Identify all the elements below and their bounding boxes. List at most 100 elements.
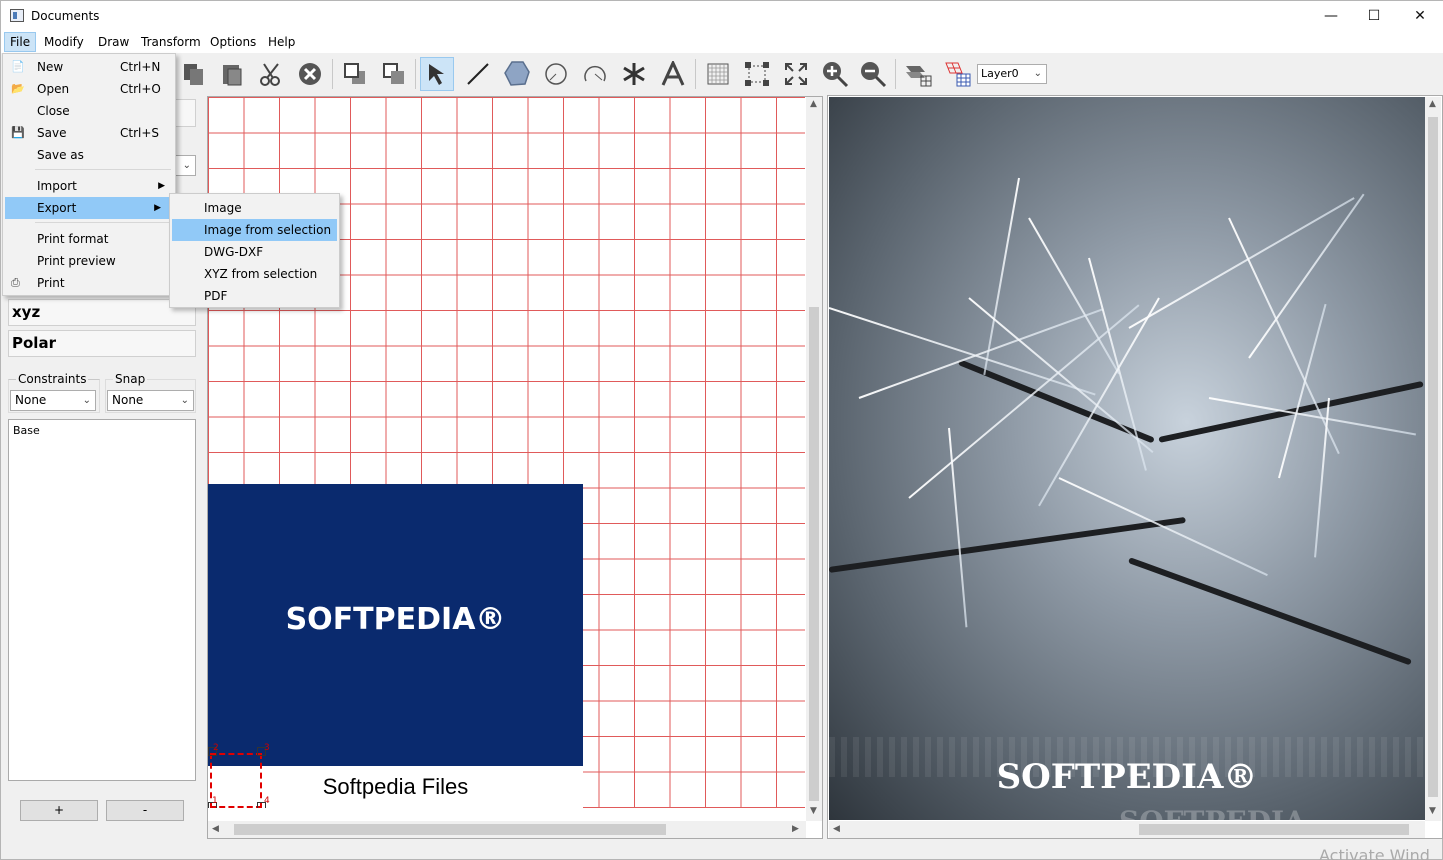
- point-tool-icon[interactable]: [617, 57, 651, 91]
- bring-front-icon[interactable]: [338, 57, 372, 91]
- add-layer-button[interactable]: +: [20, 800, 98, 821]
- list-item[interactable]: Base: [13, 424, 40, 437]
- title-bar: Documents — ☐ ✕: [1, 1, 1443, 31]
- zoom-extents-icon[interactable]: [779, 57, 813, 91]
- menu-modify[interactable]: Modify: [39, 32, 89, 52]
- layers-list[interactable]: Base: [8, 419, 196, 781]
- canvas-vertical-scrollbar[interactable]: ▲ ▼: [806, 97, 822, 821]
- selection-rectangle[interactable]: [210, 753, 262, 808]
- snap-select[interactable]: None ⌄: [107, 390, 194, 411]
- menu-item-export[interactable]: Export ▶: [5, 197, 171, 219]
- menu-item-export-image-from-selection[interactable]: Image from selection: [172, 219, 337, 241]
- menu-item-open[interactable]: 📂 Open Ctrl+O: [5, 78, 175, 100]
- scroll-down-icon[interactable]: ▼: [1429, 806, 1436, 816]
- snap-value: None: [112, 393, 144, 407]
- menu-item-export-pdf[interactable]: PDF: [172, 285, 337, 307]
- menu-item-export-image[interactable]: Image: [172, 197, 337, 219]
- menu-item-save[interactable]: 💾 Save Ctrl+S: [5, 122, 175, 144]
- polygon-tool-icon[interactable]: [500, 57, 534, 91]
- constraints-select[interactable]: None ⌄: [10, 390, 96, 411]
- canvas-horizontal-scrollbar[interactable]: ◀ ▶: [208, 821, 806, 838]
- new-file-icon: 📄: [11, 60, 25, 73]
- menu-bar: File Modify Draw Transform Options Help: [1, 31, 1443, 53]
- chevron-down-icon: ⌄: [182, 160, 191, 171]
- send-back-icon[interactable]: [377, 57, 411, 91]
- image-preview[interactable]: SOFTPEDIA® SOFTPEDIA: [829, 97, 1425, 820]
- app-icon: [10, 9, 24, 22]
- window-title: Documents: [31, 9, 100, 23]
- layer-settings-icon[interactable]: [901, 57, 935, 91]
- menu-item-export-dwg-dxf[interactable]: DWG-DXF: [172, 241, 337, 263]
- handle-label: 3: [264, 743, 270, 753]
- scroll-up-icon[interactable]: ▲: [810, 99, 817, 109]
- line-tool-icon[interactable]: [461, 57, 495, 91]
- menu-item-export-xyz[interactable]: XYZ from selection: [172, 263, 337, 285]
- xyz-button[interactable]: xyz: [8, 299, 196, 326]
- scroll-down-icon[interactable]: ▼: [810, 806, 817, 816]
- menu-draw[interactable]: Draw: [93, 32, 134, 52]
- chevron-down-icon: ⌄: [82, 395, 91, 406]
- menu-help[interactable]: Help: [263, 32, 300, 52]
- arc-tool-icon[interactable]: [578, 57, 612, 91]
- chevron-down-icon: ⌄: [1033, 68, 1042, 79]
- menu-item-import[interactable]: Import ▶: [5, 175, 175, 197]
- toolbar: [1, 53, 1443, 95]
- menu-transform[interactable]: Transform: [136, 32, 206, 52]
- text-tool-icon[interactable]: [656, 57, 690, 91]
- menu-item-print-format[interactable]: Print format: [5, 228, 175, 250]
- menu-item-print[interactable]: ⎙ Print: [5, 272, 175, 294]
- menu-file[interactable]: File: [4, 32, 37, 52]
- scroll-up-icon[interactable]: ▲: [1429, 99, 1436, 109]
- activation-watermark: Activate Wind: [1319, 846, 1430, 860]
- layer-grid-icon[interactable]: [941, 57, 975, 91]
- submenu-arrow-icon: ▶: [154, 203, 161, 213]
- scroll-left-icon[interactable]: ◀: [833, 824, 840, 834]
- maximize-button[interactable]: ☐: [1351, 1, 1397, 31]
- menu-item-new[interactable]: 📄 New Ctrl+N: [5, 56, 175, 78]
- close-button[interactable]: ✕: [1397, 1, 1443, 31]
- image-horizontal-scrollbar[interactable]: ◀: [829, 821, 1425, 838]
- export-submenu: Image Image from selection DWG-DXF XYZ f…: [169, 193, 340, 308]
- menu-item-print-preview[interactable]: Print preview: [5, 250, 175, 272]
- paste-icon[interactable]: [216, 57, 250, 91]
- remove-layer-button[interactable]: -: [106, 800, 184, 821]
- handle-label: 1: [212, 796, 218, 806]
- scroll-right-icon[interactable]: ▶: [792, 824, 799, 834]
- scroll-left-icon[interactable]: ◀: [212, 824, 219, 834]
- menu-separator: [35, 169, 171, 170]
- minimize-button[interactable]: —: [1308, 1, 1354, 31]
- submenu-arrow-icon: ▶: [158, 181, 165, 191]
- folder-icon: 📂: [11, 82, 25, 95]
- layer-dropdown-value: Layer0: [981, 67, 1019, 80]
- delete-icon[interactable]: [293, 57, 327, 91]
- image-logo-reflection: SOFTPEDIA: [1119, 805, 1306, 820]
- menu-item-close[interactable]: Close: [5, 100, 175, 122]
- printer-icon: ⎙: [11, 276, 20, 289]
- scroll-thumb[interactable]: [809, 307, 819, 801]
- handle-label: 4: [264, 796, 270, 806]
- cut-icon[interactable]: [254, 57, 288, 91]
- zoom-in-icon[interactable]: [818, 57, 852, 91]
- select-arrow-icon[interactable]: [420, 57, 454, 91]
- constraints-value: None: [15, 393, 47, 407]
- image-vertical-scrollbar[interactable]: ▲ ▼: [1425, 97, 1441, 821]
- scroll-thumb[interactable]: [234, 824, 666, 835]
- scroll-thumb[interactable]: [1428, 117, 1438, 797]
- snap-label: Snap: [113, 372, 148, 386]
- polar-button[interactable]: Polar: [8, 330, 196, 357]
- grid-icon[interactable]: [701, 57, 735, 91]
- menu-options[interactable]: Options: [205, 32, 261, 52]
- copy-icon[interactable]: [177, 57, 211, 91]
- toolbar-separator: [415, 59, 416, 89]
- menu-separator: [35, 222, 171, 223]
- chevron-down-icon: ⌄: [180, 395, 189, 406]
- zoom-out-icon[interactable]: [856, 57, 890, 91]
- menu-item-save-as[interactable]: Save as: [5, 144, 175, 166]
- circle-tool-icon[interactable]: [539, 57, 573, 91]
- image-object[interactable]: SOFTPEDIA®: [208, 484, 583, 766]
- layer-dropdown[interactable]: Layer0 ⌄: [977, 64, 1047, 84]
- logo-text: SOFTPEDIA®: [285, 602, 506, 637]
- zoom-selection-icon[interactable]: [740, 57, 774, 91]
- scroll-thumb[interactable]: [1139, 824, 1409, 835]
- constraints-label: Constraints: [16, 372, 89, 386]
